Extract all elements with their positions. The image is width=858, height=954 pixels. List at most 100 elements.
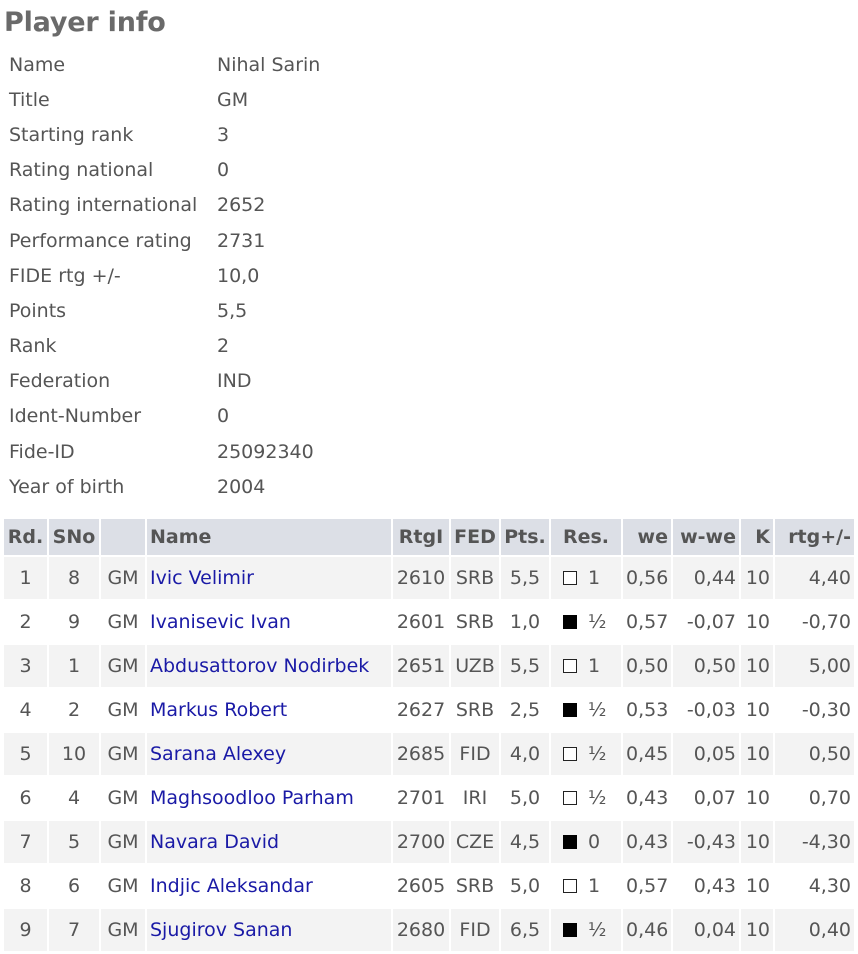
cell-k: 10 bbox=[740, 643, 775, 688]
header-res[interactable]: Res. bbox=[550, 519, 623, 556]
info-label: Federation bbox=[9, 370, 111, 393]
cell-k: 10 bbox=[740, 599, 775, 644]
cell-points: 5,0 bbox=[500, 775, 551, 820]
cell-k: 10 bbox=[740, 555, 775, 600]
cell-round: 8 bbox=[4, 863, 49, 908]
cell-fed: SRB bbox=[450, 687, 501, 732]
cell-rtgi: 2605 bbox=[392, 863, 451, 908]
opponent-link[interactable]: Navara David bbox=[150, 831, 279, 853]
cell-we: 0,56 bbox=[622, 555, 673, 600]
opponent-link[interactable]: Ivanisevic Ivan bbox=[150, 611, 291, 633]
info-row: Rank 2 bbox=[4, 329, 320, 364]
cell-fed: UZB bbox=[450, 643, 501, 688]
result-value: 1 bbox=[588, 655, 601, 677]
header-we[interactable]: we bbox=[622, 519, 673, 556]
cell-k: 10 bbox=[740, 687, 775, 732]
cell-round: 2 bbox=[4, 599, 49, 644]
info-row: Title GM bbox=[4, 82, 320, 117]
opponent-link[interactable]: Ivic Velimir bbox=[150, 567, 254, 589]
info-label: Rating national bbox=[9, 159, 154, 182]
white-piece-icon bbox=[563, 747, 577, 761]
header-rd[interactable]: Rd. bbox=[4, 519, 49, 556]
cell-result: 1 bbox=[550, 555, 623, 600]
header-rtgi[interactable]: RtgI bbox=[392, 519, 451, 556]
cell-fed: FID bbox=[450, 731, 501, 776]
result-value: ½ bbox=[588, 699, 607, 721]
cell-title: GM bbox=[100, 599, 147, 644]
cell-result: ½ bbox=[550, 907, 623, 951]
header-name[interactable]: Name bbox=[146, 519, 393, 556]
info-row: Year of birth 2004 bbox=[4, 469, 320, 504]
white-piece-icon bbox=[563, 791, 577, 805]
cell-round: 5 bbox=[4, 731, 49, 776]
opponent-link[interactable]: Abdusattorov Nodirbek bbox=[150, 655, 369, 677]
info-label: Rating international bbox=[9, 194, 198, 217]
opponent-link[interactable]: Markus Robert bbox=[150, 699, 287, 721]
info-label: Rank bbox=[9, 335, 57, 358]
header-fed[interactable]: FED bbox=[450, 519, 501, 556]
info-value: 25092340 bbox=[217, 440, 314, 463]
cell-rtgi: 2610 bbox=[392, 555, 451, 600]
info-row: Fide-ID 25092340 bbox=[4, 434, 320, 469]
cell-sno: 9 bbox=[48, 599, 101, 644]
cell-sno: 4 bbox=[48, 775, 101, 820]
games-header-row: Rd. SNo Name RtgI FED Pts. Res. we w-we … bbox=[4, 519, 854, 556]
cell-fed: SRB bbox=[450, 599, 501, 644]
cell-fed: SRB bbox=[450, 863, 501, 908]
table-row: 1 8 GM Ivic Velimir 2610 SRB 5,5 1 0,56 0,44 10 4,4… bbox=[4, 555, 854, 600]
header-sno[interactable]: SNo bbox=[48, 519, 101, 556]
cell-we: 0,53 bbox=[622, 687, 673, 732]
table-row: 5 10 GM Sarana Alexey 2685 FID 4,0 ½ 0,45 0,05 10 0… bbox=[4, 731, 854, 776]
header-k[interactable]: K bbox=[740, 519, 775, 556]
info-label: Year of birth bbox=[9, 475, 125, 498]
cell-rtgi: 2685 bbox=[392, 731, 451, 776]
result-value: ½ bbox=[588, 611, 607, 633]
cell-k: 10 bbox=[740, 907, 775, 951]
info-value: GM bbox=[217, 88, 249, 111]
opponent-link[interactable]: Indjic Aleksandar bbox=[150, 875, 313, 897]
info-row: Federation IND bbox=[4, 364, 320, 399]
cell-sno: 2 bbox=[48, 687, 101, 732]
header-pts[interactable]: Pts. bbox=[500, 519, 551, 556]
info-row: Starting rank 3 bbox=[4, 117, 320, 152]
cell-result: 1 bbox=[550, 863, 623, 908]
info-value: 2 bbox=[217, 335, 230, 358]
header-w-we[interactable]: w-we bbox=[672, 519, 741, 556]
cell-title: GM bbox=[100, 555, 147, 600]
result-value: ½ bbox=[588, 919, 607, 941]
info-row: FIDE rtg +/- 10,0 bbox=[4, 258, 320, 293]
white-piece-icon bbox=[563, 879, 577, 893]
cell-points: 5,5 bbox=[500, 643, 551, 688]
black-piece-icon bbox=[563, 615, 577, 629]
table-row: 9 7 GM Sjugirov Sanan 2680 FID 6,5 ½ 0,46 0,04 10 0… bbox=[4, 907, 854, 951]
cell-w-we: 0,05 bbox=[672, 731, 741, 776]
info-value: 0 bbox=[217, 405, 230, 428]
header-rtg-change[interactable]: rtg+/- bbox=[774, 519, 854, 556]
info-row: Rating international 2652 bbox=[4, 188, 320, 223]
opponent-link[interactable]: Sarana Alexey bbox=[150, 743, 286, 765]
table-row: 2 9 GM Ivanisevic Ivan 2601 SRB 1,0 ½ 0,57 -0,07 1… bbox=[4, 599, 854, 644]
white-piece-icon bbox=[563, 571, 577, 585]
cell-result: ½ bbox=[550, 687, 623, 732]
cell-rtg-change: -4,30 bbox=[774, 819, 854, 864]
opponent-link[interactable]: Maghsoodloo Parham bbox=[150, 787, 354, 809]
cell-sno: 5 bbox=[48, 819, 101, 864]
cell-rtg-change: 0,70 bbox=[774, 775, 854, 820]
cell-fed: CZE bbox=[450, 819, 501, 864]
cell-title: GM bbox=[100, 775, 147, 820]
cell-we: 0,46 bbox=[622, 907, 673, 951]
cell-name: Markus Robert bbox=[146, 687, 393, 732]
cell-name: Ivic Velimir bbox=[146, 555, 393, 600]
cell-result: ½ bbox=[550, 599, 623, 644]
cell-w-we: 0,04 bbox=[672, 907, 741, 951]
cell-rtgi: 2627 bbox=[392, 687, 451, 732]
cell-k: 10 bbox=[740, 731, 775, 776]
cell-name: Abdusattorov Nodirbek bbox=[146, 643, 393, 688]
cell-name: Sarana Alexey bbox=[146, 731, 393, 776]
cell-rtgi: 2601 bbox=[392, 599, 451, 644]
black-piece-icon bbox=[563, 923, 577, 937]
cell-we: 0,57 bbox=[622, 863, 673, 908]
cell-points: 5,0 bbox=[500, 863, 551, 908]
opponent-link[interactable]: Sjugirov Sanan bbox=[150, 919, 292, 941]
cell-we: 0,43 bbox=[622, 775, 673, 820]
